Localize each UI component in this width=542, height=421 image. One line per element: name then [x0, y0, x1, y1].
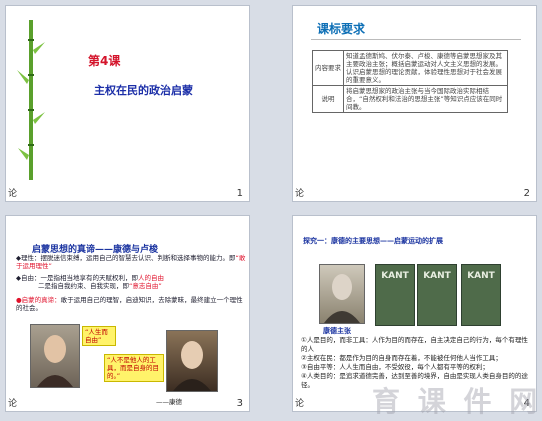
watermark: 育 课 件 网	[372, 385, 542, 418]
portrait-drawing	[173, 341, 211, 391]
portrait-drawing	[324, 274, 360, 323]
slide-footer: 论	[8, 399, 18, 409]
paragraph-freedom: ◆自由：一是指相当地享有的天赋权利，即人的自由	[16, 274, 246, 282]
list-item: ①人是目的，而非工具：人作为目的而存在，自主决定自己的行为，每个有理性的人	[301, 336, 528, 353]
slide-number: 2	[523, 188, 530, 199]
book-title: KANT	[381, 271, 409, 281]
list-item: ③自由平等：人人生而自由，不受奴役，每个人都有平等的权利；	[301, 363, 489, 371]
table-cell-text: 知道孟德斯鸠、伏尔泰、卢梭、康德等启蒙思想家及其主要政治主张；概括启蒙运动对人文…	[343, 50, 508, 86]
slide-number: 3	[236, 398, 243, 409]
portrait-drawing	[37, 335, 73, 387]
list-item: ②主权在民：都是作为目的自身而存在着，不能被任何他人当作工具；	[301, 354, 502, 362]
book-title: KANT	[423, 271, 451, 281]
slide-thumbnail-1[interactable]: 第4课 主权在民的政治启蒙 论 1	[6, 6, 249, 201]
paragraph-reason: ◆理性：摆脱迷信束缚，运用自己的智慧去认识、判断和选择事物的能力。即“敢于运用理…	[16, 254, 246, 270]
quote-box-rousseau: “人生而自由”	[82, 326, 116, 346]
slide-footer: 论	[295, 399, 305, 409]
standards-table: 内容要求 知道孟德斯鸠、伏尔泰、卢梭、康德等启蒙思想家及其主要政治主张；概括启蒙…	[312, 50, 508, 113]
kant-portrait	[319, 264, 365, 324]
kant-book-cover-2: KANT	[417, 264, 457, 326]
highlight-text: 人的自由	[138, 274, 164, 282]
slide-number: 1	[236, 188, 243, 199]
table-cell-key: 说明	[312, 85, 344, 113]
table-row: 说明 将启蒙思想家的政治主张与当今国际政治实际相结合，“自然权利和法治的思想主张…	[312, 85, 508, 113]
lesson-number: 第4课	[88, 54, 121, 68]
paragraph-essence: ●启蒙的真谛：敢于运用自己的理智，启迪知识，去除蒙昧，最终建立一个理性的社会。	[16, 296, 246, 312]
kant-book-cover-3: KANT	[461, 264, 501, 326]
book-title: KANT	[467, 271, 495, 281]
section-subtitle: 康德主张	[323, 327, 351, 335]
kant-book-cover-1: KANT	[375, 264, 415, 326]
text: 二是指自我约束、自我实现，即	[38, 282, 129, 290]
rousseau-portrait	[30, 324, 80, 388]
slide-title: 课标要求	[317, 22, 366, 36]
quote-box-kant: “人不是他人的工具，而是自身的目的。”	[104, 354, 164, 382]
slide-footer: 论	[295, 189, 305, 199]
table-cell-key: 内容要求	[312, 50, 344, 86]
kant-portrait	[166, 330, 218, 392]
slide-thumbnail-2[interactable]: 课标要求 内容要求 知道孟德斯鸠、伏尔泰、卢梭、康德等启蒙思想家及其主要政治主张…	[293, 6, 536, 201]
kant-caption: ——康德	[156, 398, 182, 406]
divider	[311, 39, 521, 40]
highlight-text: ●启蒙的真谛：	[16, 296, 61, 304]
slide-thumbnail-3[interactable]: 启蒙思想的真谛——康德与卢梭 ◆理性：摆脱迷信束缚，运用自己的智慧去认识、判断和…	[6, 216, 249, 411]
text: ◆自由：一是指相当地享有的天赋权利，即	[16, 274, 138, 282]
bamboo-decoration	[17, 20, 45, 180]
slide-title: 探究一：康德的主要思想——启蒙运动的扩展	[303, 237, 443, 245]
slide-footer: 论	[8, 189, 18, 199]
slide-title: 主权在民的政治启蒙	[94, 84, 193, 97]
text: ◆理性：摆脱迷信束缚，运用自己的智慧去认识、判断和选择事物的能力。即	[16, 254, 236, 262]
paragraph-freedom-2: 二是指自我约束、自我实现，即“意志自由”	[38, 282, 238, 290]
highlight-text: “意志自由”	[129, 282, 162, 290]
table-cell-text: 将启蒙思想家的政治主张与当今国际政治实际相结合，“自然权利和法治的思想主张”等知…	[343, 85, 508, 113]
table-row: 内容要求 知道孟德斯鸠、伏尔泰、卢梭、康德等启蒙思想家及其主要政治主张；概括启蒙…	[312, 50, 508, 86]
